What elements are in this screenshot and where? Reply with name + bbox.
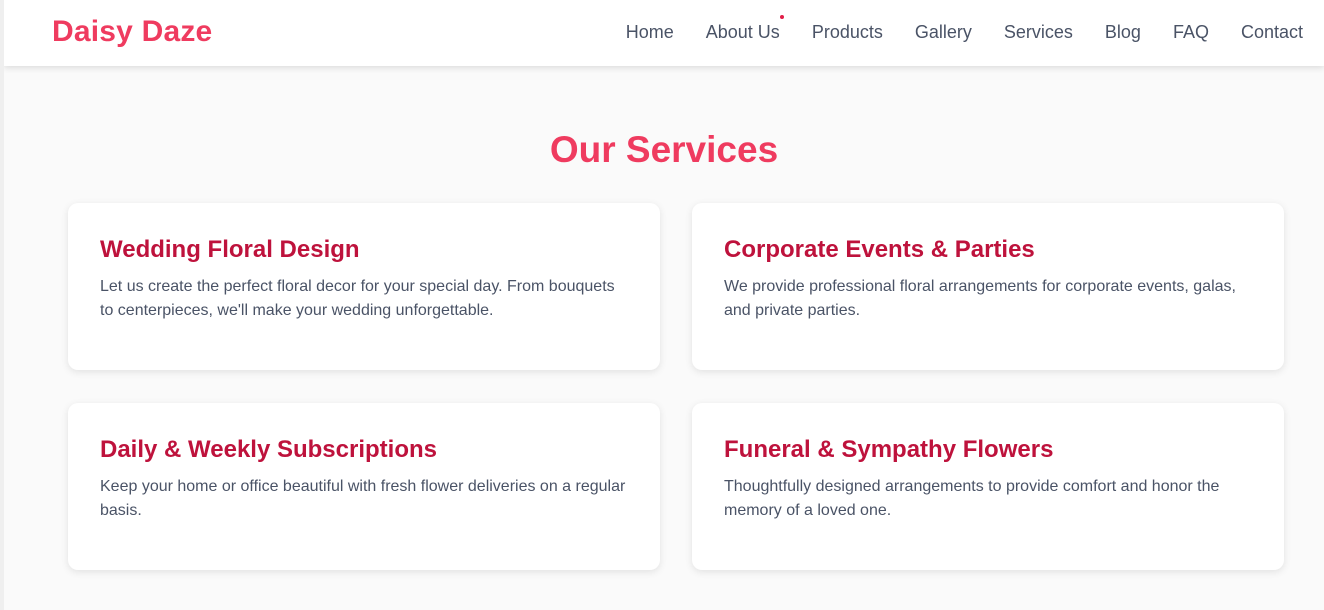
service-card-text: Let us create the perfect floral decor f… bbox=[100, 278, 615, 319]
main-nav: Home About Us Products Gallery Services … bbox=[594, 15, 1303, 44]
service-card-title: Funeral & Sympathy Flowers bbox=[724, 436, 1054, 463]
service-card-wedding: Wedding Floral Design Let us create the … bbox=[68, 203, 660, 370]
nav-services[interactable]: Services bbox=[1004, 20, 1073, 44]
brand-logo[interactable]: Daisy Daze bbox=[52, 14, 212, 50]
nav-blog[interactable]: Blog bbox=[1105, 20, 1141, 44]
services-title: Our Services bbox=[549, 129, 779, 170]
service-card-title: Corporate Events & Parties bbox=[724, 236, 1035, 263]
nav-about-us-label: About Us bbox=[705, 22, 780, 42]
site-header: Daisy Daze Home About Us Products Galler… bbox=[4, 0, 1324, 66]
service-card-text: Keep your home or office beautiful with … bbox=[100, 478, 626, 519]
service-card-corporate: Corporate Events & Parties We provide pr… bbox=[692, 203, 1284, 370]
notification-dot bbox=[779, 15, 784, 19]
nav-products[interactable]: Products bbox=[812, 20, 883, 44]
nav-about-us[interactable]: About Us bbox=[705, 15, 784, 44]
nav-contact[interactable]: Contact bbox=[1241, 20, 1303, 44]
service-card-title: Daily & Weekly Subscriptions bbox=[100, 436, 437, 463]
nav-home[interactable]: Home bbox=[626, 20, 674, 44]
service-card-funeral: Funeral & Sympathy Flowers Thoughtfully … bbox=[692, 403, 1284, 570]
service-card-title: Wedding Floral Design bbox=[100, 236, 360, 263]
service-card-text: Thoughtfully designed arrangements to pr… bbox=[724, 478, 1220, 519]
page: Daisy Daze Home About Us Products Galler… bbox=[0, 0, 1324, 610]
nav-faq[interactable]: FAQ bbox=[1173, 20, 1209, 44]
nav-gallery[interactable]: Gallery bbox=[915, 20, 972, 44]
service-card-subscriptions: Daily & Weekly Subscriptions Keep your h… bbox=[68, 403, 660, 570]
service-card-text: We provide professional floral arrangeme… bbox=[724, 278, 1236, 319]
